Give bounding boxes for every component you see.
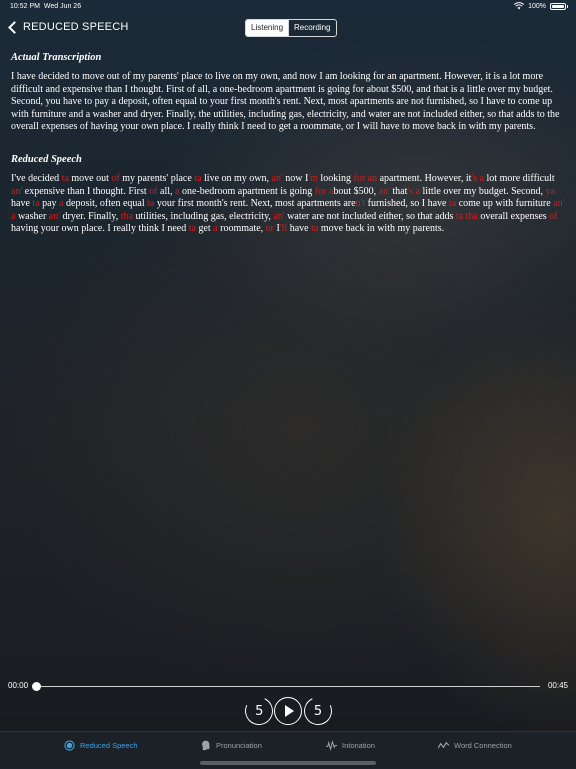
reduced-form: of xyxy=(111,172,120,184)
status-time-date: 10:52 PM Wed Jun 26 xyxy=(10,3,82,10)
reduced-form: ta tha xyxy=(455,210,478,222)
reduced-form: 'm xyxy=(308,172,318,184)
audio-scrubber: 00:00 00:45 xyxy=(0,678,576,694)
text-run: come up with furniture xyxy=(456,198,554,210)
tab-label: Intonation xyxy=(342,741,375,750)
text-run: get xyxy=(195,223,214,235)
text-run: have xyxy=(11,198,33,210)
navigation-bar: REDUCED SPEECH Listening Recording xyxy=(0,16,576,40)
connection-icon xyxy=(438,741,449,749)
chevron-left-icon xyxy=(8,20,21,34)
skip-forward-icon: 5 xyxy=(313,703,323,719)
tab-word-connection[interactable]: Word Connection xyxy=(438,740,512,751)
current-time: 00:00 xyxy=(8,681,29,690)
tab-reduced-speech[interactable]: Reduced Speech xyxy=(64,740,138,751)
reduced-form: 's a xyxy=(471,172,485,184)
tab-label: Pronunciation xyxy=(216,741,262,750)
reduced-form: n't xyxy=(355,198,366,210)
tab-label: Reduced Speech xyxy=(80,741,138,750)
reduced-form: an' xyxy=(11,185,23,197)
text-run: your first month's rent. Next, most apar… xyxy=(154,198,356,210)
text-run: pay xyxy=(39,198,60,210)
text-run: water are not included either, so that a… xyxy=(284,210,456,222)
text-run: roommate, xyxy=(217,223,266,235)
text-run: furnished, so I have xyxy=(365,198,449,210)
actual-transcription-text: I have decided to move out of my parents… xyxy=(11,71,560,133)
skip-back-icon: 5 xyxy=(254,703,264,719)
head-speaking-icon xyxy=(202,740,211,751)
skip-back-5-button[interactable]: 5 xyxy=(241,693,277,729)
reduced-speech-title: Reduced Speech xyxy=(11,153,82,165)
text-run: have xyxy=(287,223,312,235)
text-run: deposit, often equal xyxy=(63,198,148,210)
reduced-form: ta xyxy=(188,223,196,235)
text-run: looking xyxy=(317,172,354,184)
skip-forward-5-button[interactable]: 5 xyxy=(300,693,336,729)
reduced-form: an' xyxy=(273,210,285,222)
reduced-form: of xyxy=(149,185,158,197)
text-run: dryer. Finally, xyxy=(60,210,121,222)
reduced-form: for a xyxy=(314,185,334,197)
reduced-form: 's a xyxy=(407,185,421,197)
back-button[interactable]: REDUCED SPEECH xyxy=(6,20,129,34)
reduced-form: ta xyxy=(194,172,202,184)
reduced-speech-text: I've decided ta move out of my parents' … xyxy=(11,173,567,236)
tab-intonation[interactable]: Intonation xyxy=(326,740,375,751)
text-run: now I xyxy=(282,172,309,184)
segment-listening[interactable]: Listening xyxy=(246,20,289,36)
wifi-icon xyxy=(514,2,525,10)
status-right: 100% xyxy=(514,2,568,10)
text-run: utilities, including gas, electricity, xyxy=(132,210,274,222)
text-run: all, xyxy=(157,185,176,197)
transcription-content: Actual Transcription I have decided to m… xyxy=(11,50,567,256)
reduced-form: an' xyxy=(378,185,390,197)
text-run: live on my own, xyxy=(201,172,272,184)
actual-transcription-title: Actual Transcription xyxy=(11,52,102,63)
text-run: little over my budget. Second, xyxy=(420,185,546,197)
reduced-form: tha xyxy=(120,210,133,222)
text-run: one-bedroom apartment is going xyxy=(179,185,315,197)
battery-icon xyxy=(550,2,568,10)
playback-controls: 5 5 xyxy=(0,693,576,729)
home-indicator xyxy=(200,761,376,765)
text-run: apartment. However, it xyxy=(377,172,472,184)
battery-percent: 100% xyxy=(528,2,546,10)
status-bar: 10:52 PM Wed Jun 26 100% xyxy=(0,0,576,14)
reduced-form: an' xyxy=(48,210,61,222)
text-run: my parents' place xyxy=(119,172,195,184)
text-run: move out xyxy=(68,172,112,184)
segment-recording[interactable]: Recording xyxy=(288,20,335,36)
waveform-icon xyxy=(326,740,337,751)
tab-label: Word Connection xyxy=(454,741,512,750)
reduced-form: ya xyxy=(545,185,556,197)
reduced-form: of xyxy=(549,210,558,222)
reduced-form: ta xyxy=(32,198,40,210)
text-run: overall expenses xyxy=(477,210,550,222)
reduced-form: ta xyxy=(61,172,69,184)
play-icon xyxy=(285,705,294,717)
reduced-speech-icon xyxy=(64,740,75,751)
text-run: expensive than I thought. First xyxy=(22,185,150,197)
text-run: lot more difficult xyxy=(484,172,555,184)
total-duration: 00:45 xyxy=(547,681,568,690)
mode-segmented-control: Listening Recording xyxy=(245,19,337,37)
text-run: move back in with my parents. xyxy=(318,223,445,235)
text-run: having your own place. I really think I … xyxy=(11,223,189,235)
reduced-form: or xyxy=(265,223,275,235)
reduced-form: an' xyxy=(271,172,283,184)
back-button-label: REDUCED SPEECH xyxy=(23,21,129,33)
tab-bar: Reduced Speech Pronunciation Intonation … xyxy=(0,731,576,769)
text-run: bout $500, xyxy=(333,185,379,197)
progress-thumb[interactable] xyxy=(32,682,41,691)
progress-track[interactable] xyxy=(36,686,540,687)
text-run: that xyxy=(389,185,408,197)
tab-pronunciation[interactable]: Pronunciation xyxy=(200,740,262,751)
text-run: I've decided xyxy=(11,172,62,184)
play-button[interactable] xyxy=(274,697,302,725)
text-run: washer xyxy=(15,210,49,222)
reduced-form: for an xyxy=(353,172,378,184)
